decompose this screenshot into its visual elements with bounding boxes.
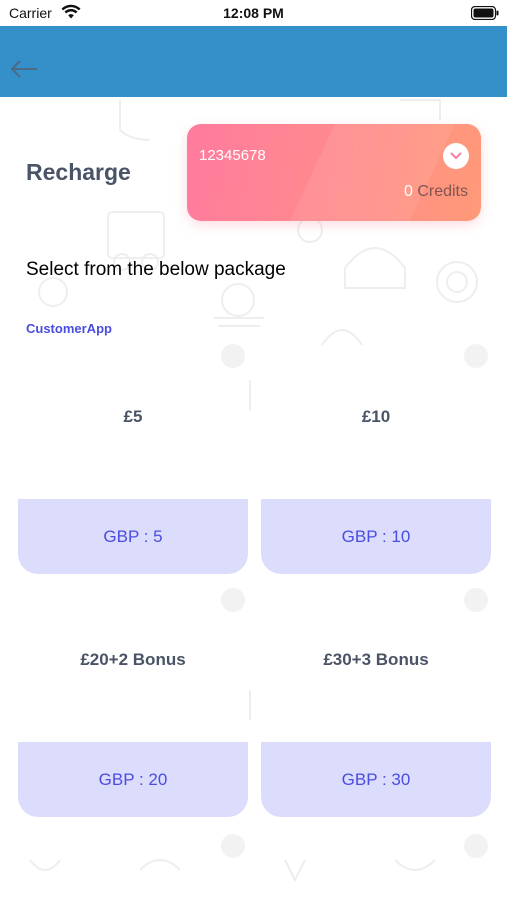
page-title: Recharge — [26, 159, 131, 185]
battery-icon — [471, 6, 499, 20]
package-button-gbp-10[interactable]: GBP : 10 — [261, 499, 491, 574]
select-package-heading: Select from the below package — [26, 259, 286, 280]
account-card[interactable]: 12345678 0 Credits — [187, 124, 481, 221]
package-button-gbp-20[interactable]: GBP : 20 — [18, 742, 248, 817]
status-time: 12:08 PM — [223, 5, 284, 21]
status-bar: Carrier 12:08 PM — [0, 0, 507, 26]
package-title-5: £5 — [123, 407, 143, 426]
card-number: 12345678 — [199, 147, 266, 164]
package-title-20: £20+2 Bonus — [80, 650, 186, 669]
arrow-left-icon — [10, 60, 37, 78]
package-button-gbp-5[interactable]: GBP : 5 — [18, 499, 248, 574]
package-title-10: £10 — [361, 407, 391, 426]
package-button-gbp-30[interactable]: GBP : 30 — [261, 742, 491, 817]
back-button[interactable] — [6, 56, 42, 82]
package-title-30: £30+3 Bonus — [323, 650, 429, 669]
app-name-label: CustomerApp — [26, 321, 112, 336]
navigation-bar — [0, 26, 507, 97]
card-shine — [269, 124, 465, 221]
credits-value: 0 — [403, 183, 413, 200]
chevron-down-icon — [450, 152, 462, 159]
credits-balance: 0 Credits — [404, 183, 468, 201]
credits-label: Credits — [417, 183, 468, 200]
account-dropdown-button[interactable] — [443, 143, 469, 169]
